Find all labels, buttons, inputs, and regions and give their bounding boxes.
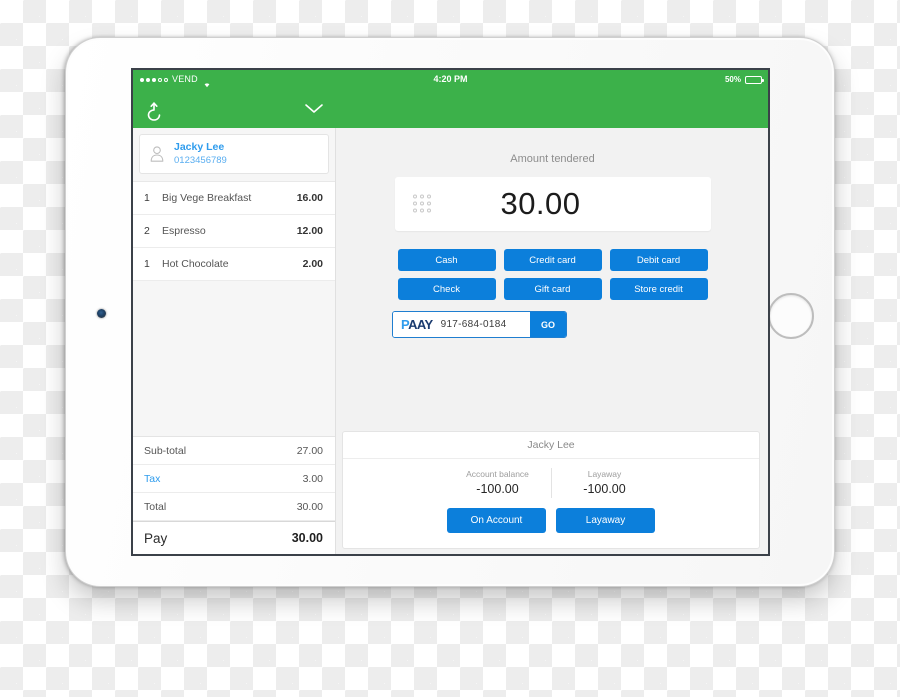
- ios-status-bar: VEND 4:20 PM 50%: [133, 70, 768, 89]
- cart-totals: Sub-total 27.00 Tax 3.00 Total 30.00 Pay…: [133, 436, 335, 554]
- customer-account-panel: Jacky Lee Account balance -100.00 Layawa…: [342, 431, 760, 549]
- layaway-balance-cell: Layaway -100.00: [550, 468, 658, 498]
- cart-customer-phone: 0123456789: [174, 155, 227, 166]
- line-item-qty: 1: [144, 258, 150, 270]
- paay-phone-value: 917-684-0184: [440, 319, 507, 330]
- total-row: Total 30.00: [133, 493, 335, 521]
- paay-logo: PAAY: [401, 317, 433, 332]
- layaway-balance-value: -100.00: [583, 482, 626, 496]
- subtotal-value: 27.00: [296, 444, 323, 457]
- pay-row[interactable]: Pay 30.00: [133, 521, 335, 554]
- debit-card-button[interactable]: Debit card: [609, 249, 708, 271]
- line-item-name: Espresso: [162, 225, 206, 237]
- gift-card-button[interactable]: Gift card: [503, 278, 602, 300]
- cart-customer-name: Jacky Lee: [174, 141, 225, 153]
- account-balance-cell: Account balance -100.00: [445, 468, 551, 498]
- check-button[interactable]: Check: [397, 278, 496, 300]
- home-button[interactable]: [768, 293, 814, 339]
- status-bar-right: 50%: [724, 70, 764, 89]
- paay-go-button[interactable]: GO: [530, 312, 566, 337]
- layaway-button[interactable]: Layaway: [556, 508, 655, 533]
- keypad-grid-icon[interactable]: [412, 194, 432, 214]
- line-item-price: 16.00: [296, 192, 323, 204]
- account-balance-value: -100.00: [476, 482, 519, 496]
- person-icon: [149, 145, 165, 163]
- customer-action-buttons: On Account Layaway: [343, 508, 759, 533]
- tablet-screen: VEND 4:20 PM 50% Jacky Lee 0123456789 1 …: [133, 70, 768, 554]
- table-row[interactable]: 1 Big Vege Breakfast 16.00: [133, 182, 335, 215]
- paay-phone-entry[interactable]: PAAY 917-684-0184 GO: [392, 311, 567, 338]
- subtotal-label: Sub-total: [144, 444, 187, 457]
- cart-customer-card[interactable]: Jacky Lee 0123456789: [139, 134, 329, 174]
- table-row[interactable]: 2 Espresso 12.00: [133, 215, 335, 248]
- pay-value: 30.00: [291, 531, 323, 545]
- amount-tendered-label: Amount tendered: [510, 153, 595, 165]
- cart-panel: Jacky Lee 0123456789 1 Big Vege Breakfas…: [133, 128, 336, 554]
- tax-label[interactable]: Tax: [144, 473, 160, 485]
- amount-tendered-input[interactable]: 30.00: [394, 177, 711, 231]
- on-account-button[interactable]: On Account: [447, 508, 546, 533]
- customer-panel-title: Jacky Lee: [343, 432, 759, 459]
- layaway-balance-label: Layaway: [587, 469, 622, 479]
- paay-input-field[interactable]: PAAY 917-684-0184: [393, 312, 530, 337]
- account-balance-label: Account balance: [466, 469, 529, 479]
- battery-percent-label: 50%: [724, 75, 741, 84]
- store-credit-button[interactable]: Store credit: [609, 278, 708, 300]
- tax-value: 3.00: [302, 472, 323, 485]
- line-item-name: Hot Chocolate: [162, 258, 229, 270]
- tablet-device-frame: VEND 4:20 PM 50% Jacky Lee 0123456789 1 …: [66, 38, 834, 586]
- line-item-price: 12.00: [296, 225, 323, 237]
- amount-tendered-value: 30.00: [500, 186, 581, 221]
- total-label: Total: [144, 500, 167, 513]
- line-item-price: 2.00: [302, 258, 323, 270]
- customer-balances: Account balance -100.00 Layaway -100.00: [343, 468, 759, 498]
- total-value: 30.00: [296, 500, 323, 513]
- battery-icon: [745, 75, 764, 84]
- line-item-qty: 1: [144, 192, 150, 204]
- cash-button[interactable]: Cash: [397, 249, 496, 271]
- chevron-down-icon[interactable]: [303, 101, 325, 115]
- front-camera-icon: [97, 309, 106, 318]
- subtotal-row: Sub-total 27.00: [133, 437, 335, 465]
- paay-logo-aay: AAY: [408, 317, 433, 332]
- payment-panel: Amount tendered 30.00 Cash Credit card D…: [337, 128, 768, 554]
- table-row[interactable]: 1 Hot Chocolate 2.00: [133, 248, 335, 281]
- app-navbar: [133, 89, 768, 128]
- payment-method-buttons: Cash Credit card Debit card Check Gift c…: [397, 249, 708, 300]
- tax-row[interactable]: Tax 3.00: [133, 465, 335, 493]
- pay-label: Pay: [144, 530, 168, 546]
- undo-arrow-icon[interactable]: [147, 97, 173, 121]
- credit-card-button[interactable]: Credit card: [503, 249, 602, 271]
- line-item-name: Big Vege Breakfast: [162, 192, 252, 204]
- line-item-qty: 2: [144, 225, 150, 237]
- status-bar-time: 4:20 PM: [433, 74, 468, 84]
- cart-line-items: 1 Big Vege Breakfast 16.00 2 Espresso 12…: [133, 181, 335, 281]
